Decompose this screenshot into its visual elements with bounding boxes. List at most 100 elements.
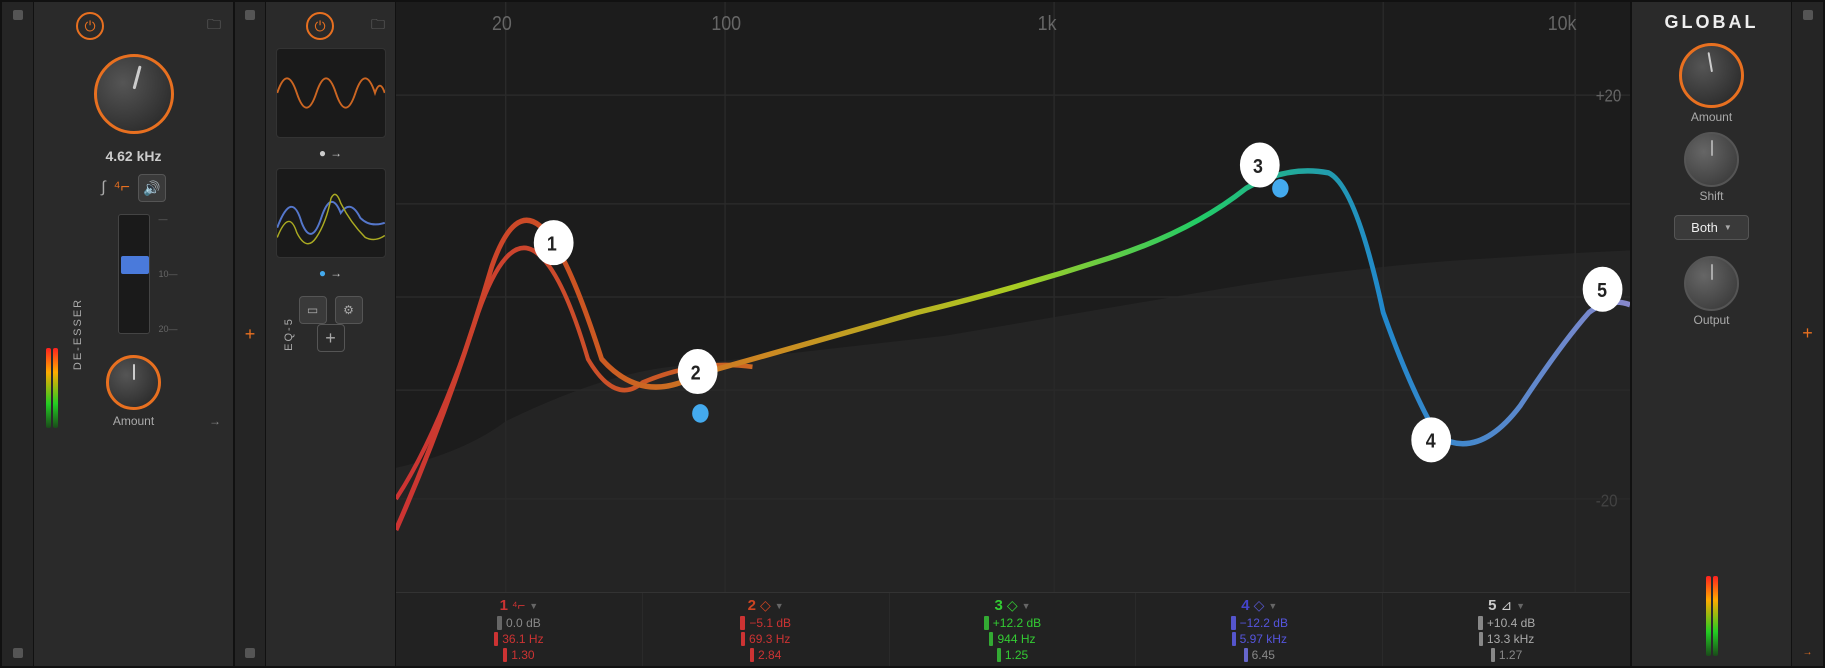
band-2-header: 2 ◇ ▼ — [748, 597, 784, 614]
band-1-freq-bar — [494, 632, 498, 646]
band-1-db-value: 0.0 dB — [506, 616, 541, 630]
band-1-db-row: 0.0 dB — [497, 616, 541, 630]
scale-label-dash: — — [158, 214, 177, 224]
band-4-q-value: 6.45 — [1252, 648, 1275, 662]
band-5-chevron[interactable]: ▼ — [1516, 601, 1525, 611]
deesser-freq-knob[interactable] — [94, 54, 174, 134]
band-5-freq-row: 13.3 kHz — [1479, 632, 1534, 646]
band-3-db-value: +12.2 dB — [993, 616, 1041, 630]
band-2-q-bar — [750, 648, 754, 662]
deesser-header: 🗀 — [42, 12, 225, 40]
eq5-waveform-upper[interactable] — [276, 48, 386, 138]
band-2-chevron[interactable]: ▼ — [775, 601, 784, 611]
svg-text:10k: 10k — [1548, 13, 1577, 35]
global-output-knob[interactable] — [1684, 256, 1739, 311]
band-5-q-value: 1.27 — [1499, 648, 1522, 662]
deesser-freq-display: 4.62 kHz — [105, 148, 161, 164]
band-1-filter-icon: ⁴⌐ — [512, 598, 525, 613]
band-5-db-row: +10.4 dB — [1478, 616, 1535, 630]
band-1-chevron[interactable]: ▼ — [529, 601, 538, 611]
eq5-power-button[interactable] — [306, 12, 334, 40]
deesser-fader[interactable] — [118, 214, 150, 334]
band-2-freq-row: 69.3 Hz — [741, 632, 790, 646]
band-4-filter-icon: ◇ — [1254, 597, 1265, 614]
band-5-freq-value: 13.3 kHz — [1487, 632, 1534, 646]
deesser-amount-label: Amount — [113, 414, 154, 428]
eq-graph[interactable]: 20 100 1k 10k +20 -10 -20 — [396, 2, 1630, 592]
global-vu-meter — [1706, 576, 1718, 656]
waveform-lower-svg — [277, 169, 385, 257]
eq5-panel: 🗀 EQ-5 ● → ● → ▭ ⚙ + — [266, 2, 396, 666]
band-2-db-bar — [740, 616, 745, 630]
band-3-q-row: 1.25 — [997, 648, 1028, 662]
scale-label-10: 10— — [158, 269, 177, 279]
deesser-folder-icon[interactable]: 🗀 — [207, 14, 221, 38]
band-4-chevron[interactable]: ▼ — [1268, 601, 1277, 611]
deesser-bottom-row: Amount → — [42, 348, 225, 428]
deesser-amount-knob[interactable] — [106, 355, 161, 410]
eq5-folder-icon[interactable]: 🗀 — [371, 14, 385, 38]
middle-strip-top — [245, 10, 255, 20]
deesser-power-button[interactable] — [76, 12, 104, 40]
global-shift-knob[interactable] — [1684, 132, 1739, 187]
middle-add-button[interactable]: + — [245, 324, 256, 345]
svg-text:20: 20 — [492, 13, 512, 35]
svg-text:100: 100 — [711, 13, 741, 35]
circle-dot: ● — [319, 146, 326, 160]
band-1-header: 1 ⁴⌐ ▼ — [500, 597, 538, 614]
band-1-number: 1 — [500, 597, 508, 614]
global-amount-label: Amount — [1691, 110, 1732, 124]
eq5-icon-settings[interactable]: ⚙ — [335, 296, 363, 324]
eq5-lower-arrow[interactable]: ● → — [315, 262, 346, 284]
deesser-goto-icon[interactable]: → — [209, 414, 221, 428]
band-2-q-row: 2.84 — [750, 648, 781, 662]
deesser-speaker-button[interactable]: 🔊 — [138, 174, 166, 202]
eq-controls-row: 1 ⁴⌐ ▼ 0.0 dB 36.1 Hz 1.30 — [396, 592, 1630, 666]
band-1-db-bar — [497, 616, 502, 630]
band-3-chevron[interactable]: ▼ — [1022, 601, 1031, 611]
eq5-add-button[interactable]: + — [317, 324, 345, 352]
band-2-db-row: −5.1 dB — [740, 616, 791, 630]
right-add-button[interactable]: + — [1802, 323, 1813, 344]
band-4-q-row: 6.45 — [1244, 648, 1275, 662]
band-3-q-bar — [997, 648, 1001, 662]
eq5-waveform-lower[interactable] — [276, 168, 386, 258]
band-4-db-row: −12.2 dB — [1231, 616, 1288, 630]
band-1-q-bar — [503, 648, 507, 662]
eq5-icons: ▭ ⚙ — [299, 296, 363, 324]
band-5-db-value: +10.4 dB — [1487, 616, 1535, 630]
deesser-fader-area: — 10— 20— — [118, 214, 150, 334]
deesser-panel: 🗀 DE-ESSER 4.62 kHz ∫ ⁴⌐ 🔊 — 10— 20— — [34, 2, 234, 666]
band-2-freq-value: 69.3 Hz — [749, 632, 790, 646]
eq5-icon-rect[interactable]: ▭ — [299, 296, 327, 324]
band-4-freq-row: 5.97 kHz — [1232, 632, 1287, 646]
global-panel: GLOBAL Amount Shift Both Output — [1631, 2, 1791, 666]
right-strip: + → — [1791, 2, 1823, 666]
svg-text:+20: +20 — [1596, 87, 1622, 106]
arrow-right-2: → — [330, 266, 342, 280]
eq5-upper-arrow[interactable]: ● → — [315, 142, 346, 164]
right-orange-arrow: → — [1803, 647, 1813, 658]
band-3-header: 3 ◇ ▼ — [994, 597, 1030, 614]
global-both-button[interactable]: Both — [1674, 215, 1749, 240]
band-3-db-row: +12.2 dB — [984, 616, 1041, 630]
band-2-number: 2 — [748, 597, 756, 614]
deesser-fader-handle[interactable] — [121, 256, 149, 274]
band-5-header: 5 ⊿ ▼ — [1488, 597, 1525, 614]
band-5-db-bar — [1478, 616, 1483, 630]
arrow-right: → — [330, 146, 342, 160]
deesser-controls: ∫ ⁴⌐ 🔊 — [101, 174, 166, 202]
band-4-freq-value: 5.97 kHz — [1240, 632, 1287, 646]
deesser-fader-scale: — 10— 20— — [158, 214, 177, 334]
middle-strip: + — [234, 2, 266, 666]
both-label: Both — [1691, 220, 1718, 235]
band-3-filter-icon: ◇ — [1007, 597, 1018, 614]
global-amount-knob[interactable] — [1679, 43, 1744, 108]
deesser-vu-meter — [46, 348, 58, 428]
eq-band-4-col: 4 ◇ ▼ −12.2 dB 5.97 kHz 6.45 — [1136, 593, 1383, 666]
vu-bar-right — [53, 348, 58, 428]
band-4-db-bar — [1231, 616, 1236, 630]
waveform-upper-svg — [277, 49, 385, 137]
scale-label-20: 20— — [158, 324, 177, 334]
band-3-db-bar — [984, 616, 989, 630]
